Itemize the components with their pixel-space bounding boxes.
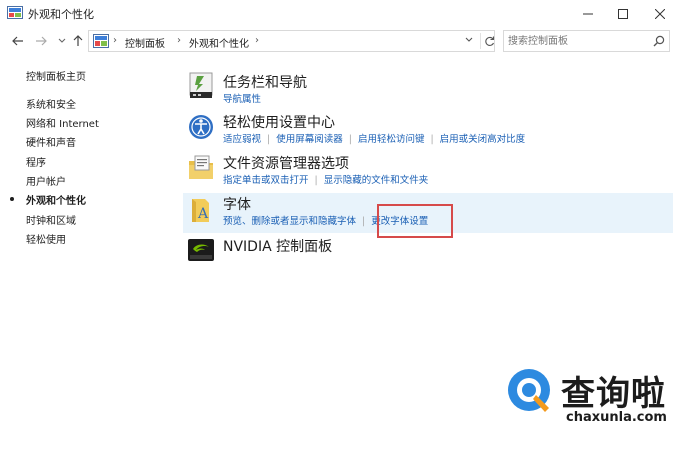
arrow-up-icon [73, 35, 83, 46]
link-access-keys[interactable]: 启用轻松访问键 [358, 134, 425, 145]
link-separator: | [362, 216, 366, 227]
category-links: 适应弱视 | 使用屏幕阅读器 | 启用轻松访问键 | 启用或关闭高对比度 [223, 131, 525, 145]
category-title[interactable]: 任务栏和导航 [223, 72, 307, 92]
sidebar-item-appearance[interactable]: 外观和个性化 [26, 192, 86, 207]
control-panel-icon [93, 34, 109, 48]
close-icon [655, 8, 665, 19]
category-title[interactable]: 字体 [223, 194, 251, 214]
search-input[interactable] [508, 33, 648, 49]
folder-options-icon [189, 155, 213, 179]
link-low-vision[interactable]: 适应弱视 [223, 134, 261, 145]
breadcrumb-appearance[interactable]: 外观和个性化 [189, 35, 249, 50]
annotation-highlight-box [377, 204, 453, 238]
sidebar-item-home[interactable]: 控制面板主页 [26, 68, 86, 83]
watermark-text: 查询啦 [561, 374, 666, 414]
maximize-icon [618, 8, 628, 19]
maximize-button[interactable] [606, 0, 640, 27]
sidebar-item-programs[interactable]: 程序 [26, 154, 46, 169]
sidebar-item-network[interactable]: 网络和 Internet [26, 115, 99, 130]
svg-text:A: A [197, 206, 209, 222]
navigation-bar: › 控制面板 › 外观和个性化 › [0, 27, 682, 55]
category-title[interactable]: 轻松使用设置中心 [223, 112, 335, 132]
link-separator: | [430, 134, 434, 145]
recent-locations-button[interactable] [54, 33, 70, 49]
link-high-contrast[interactable]: 启用或关闭高对比度 [440, 134, 526, 145]
refresh-button[interactable] [480, 33, 497, 49]
ease-of-access-icon [189, 115, 213, 139]
address-bar[interactable]: › 控制面板 › 外观和个性化 › [88, 30, 495, 52]
category-links: 导航属性 [223, 91, 261, 105]
watermark-logo-icon [508, 369, 550, 412]
sidebar-item-ease-of-access[interactable]: 轻松使用 [26, 231, 66, 246]
category-title[interactable]: 文件资源管理器选项 [223, 153, 349, 173]
breadcrumb-control-panel[interactable]: 控制面板 [125, 35, 165, 50]
nvidia-icon [188, 239, 214, 261]
back-button[interactable] [10, 33, 26, 49]
sidebar-item-clock-region[interactable]: 时钟和区域 [26, 212, 76, 227]
up-button[interactable] [70, 33, 86, 49]
control-panel-icon [7, 6, 23, 19]
link-separator: | [348, 134, 352, 145]
sidebar-item-user-accounts[interactable]: 用户帐户 [26, 173, 66, 188]
title-bar: 外观和个性化 [0, 0, 682, 27]
minimize-icon [583, 13, 593, 14]
refresh-icon [484, 36, 494, 46]
search-box[interactable] [503, 30, 670, 52]
link-show-hidden-files[interactable]: 显示隐藏的文件和文件夹 [324, 175, 429, 186]
sidebar-item-hardware-sound[interactable]: 硬件和声音 [26, 134, 76, 149]
breadcrumb-separator-icon: › [177, 35, 181, 46]
chevron-down-icon[interactable] [465, 37, 473, 43]
chevron-down-icon [58, 38, 66, 43]
active-bullet-icon [10, 197, 14, 201]
breadcrumb-separator-icon: › [113, 35, 117, 46]
link-separator: | [267, 134, 271, 145]
fonts-folder-icon: A [192, 199, 209, 222]
link-screen-reader[interactable]: 使用屏幕阅读器 [276, 134, 343, 145]
close-button[interactable] [643, 0, 677, 27]
taskbar-icon [189, 72, 213, 98]
search-icon[interactable] [653, 35, 665, 47]
arrow-left-icon [12, 36, 23, 46]
minimize-button[interactable] [571, 0, 605, 27]
link-preview-delete-fonts[interactable]: 预览、删除或者显示和隐藏字体 [223, 216, 356, 227]
link-navigation-properties[interactable]: 导航属性 [223, 94, 261, 105]
watermark-url: chaxunla.com [566, 410, 667, 425]
link-single-double-click[interactable]: 指定单击或双击打开 [223, 175, 309, 186]
window-title: 外观和个性化 [28, 8, 94, 21]
link-separator: | [314, 175, 318, 186]
arrow-right-icon [36, 36, 47, 46]
breadcrumb-separator-icon: › [255, 35, 259, 46]
forward-button[interactable] [33, 33, 49, 49]
category-title[interactable]: NVIDIA 控制面板 [223, 236, 332, 256]
category-links: 指定单击或双击打开 | 显示隐藏的文件和文件夹 [223, 172, 428, 186]
sidebar-item-system-security[interactable]: 系统和安全 [26, 96, 76, 111]
